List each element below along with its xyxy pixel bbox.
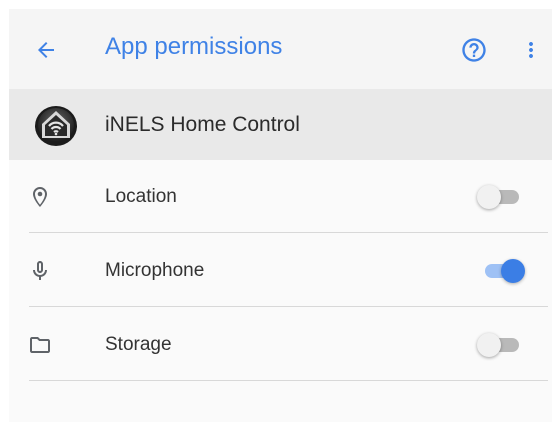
back-button[interactable] — [29, 33, 63, 67]
permission-row-storage[interactable]: Storage — [9, 308, 552, 381]
location-pin-icon — [25, 182, 55, 212]
page-title: App permissions — [105, 33, 283, 60]
arrow-back-icon — [38, 42, 54, 58]
toggle-thumb — [501, 259, 525, 283]
app-header-row: iNELS Home Control — [9, 89, 552, 160]
toolbar: App permissions — [9, 9, 552, 89]
permission-label-microphone: Microphone — [105, 260, 205, 281]
app-name: iNELS Home Control — [105, 113, 300, 136]
divider — [29, 306, 548, 307]
location-toggle[interactable] — [477, 185, 525, 209]
permission-row-location[interactable]: Location — [9, 160, 552, 233]
permission-label-storage: Storage — [105, 334, 172, 355]
permission-label-location: Location — [105, 186, 177, 207]
more-options-button[interactable] — [519, 33, 543, 67]
folder-icon — [25, 330, 55, 360]
divider — [29, 232, 548, 233]
storage-toggle[interactable] — [477, 333, 525, 357]
toggle-thumb — [477, 185, 501, 209]
help-button[interactable] — [457, 33, 491, 67]
more-vert-icon — [529, 42, 533, 58]
help-circle-icon — [462, 38, 486, 62]
settings-panel: App permissions iNELS Home Control Locat… — [9, 9, 552, 422]
app-permissions-screen: App permissions iNELS Home Control Locat… — [0, 0, 552, 422]
permission-row-microphone[interactable]: Microphone — [9, 234, 552, 307]
app-logo-icon — [35, 106, 77, 146]
microphone-icon — [25, 256, 55, 286]
microphone-toggle[interactable] — [477, 259, 525, 283]
toggle-thumb — [477, 333, 501, 357]
divider — [29, 380, 548, 381]
